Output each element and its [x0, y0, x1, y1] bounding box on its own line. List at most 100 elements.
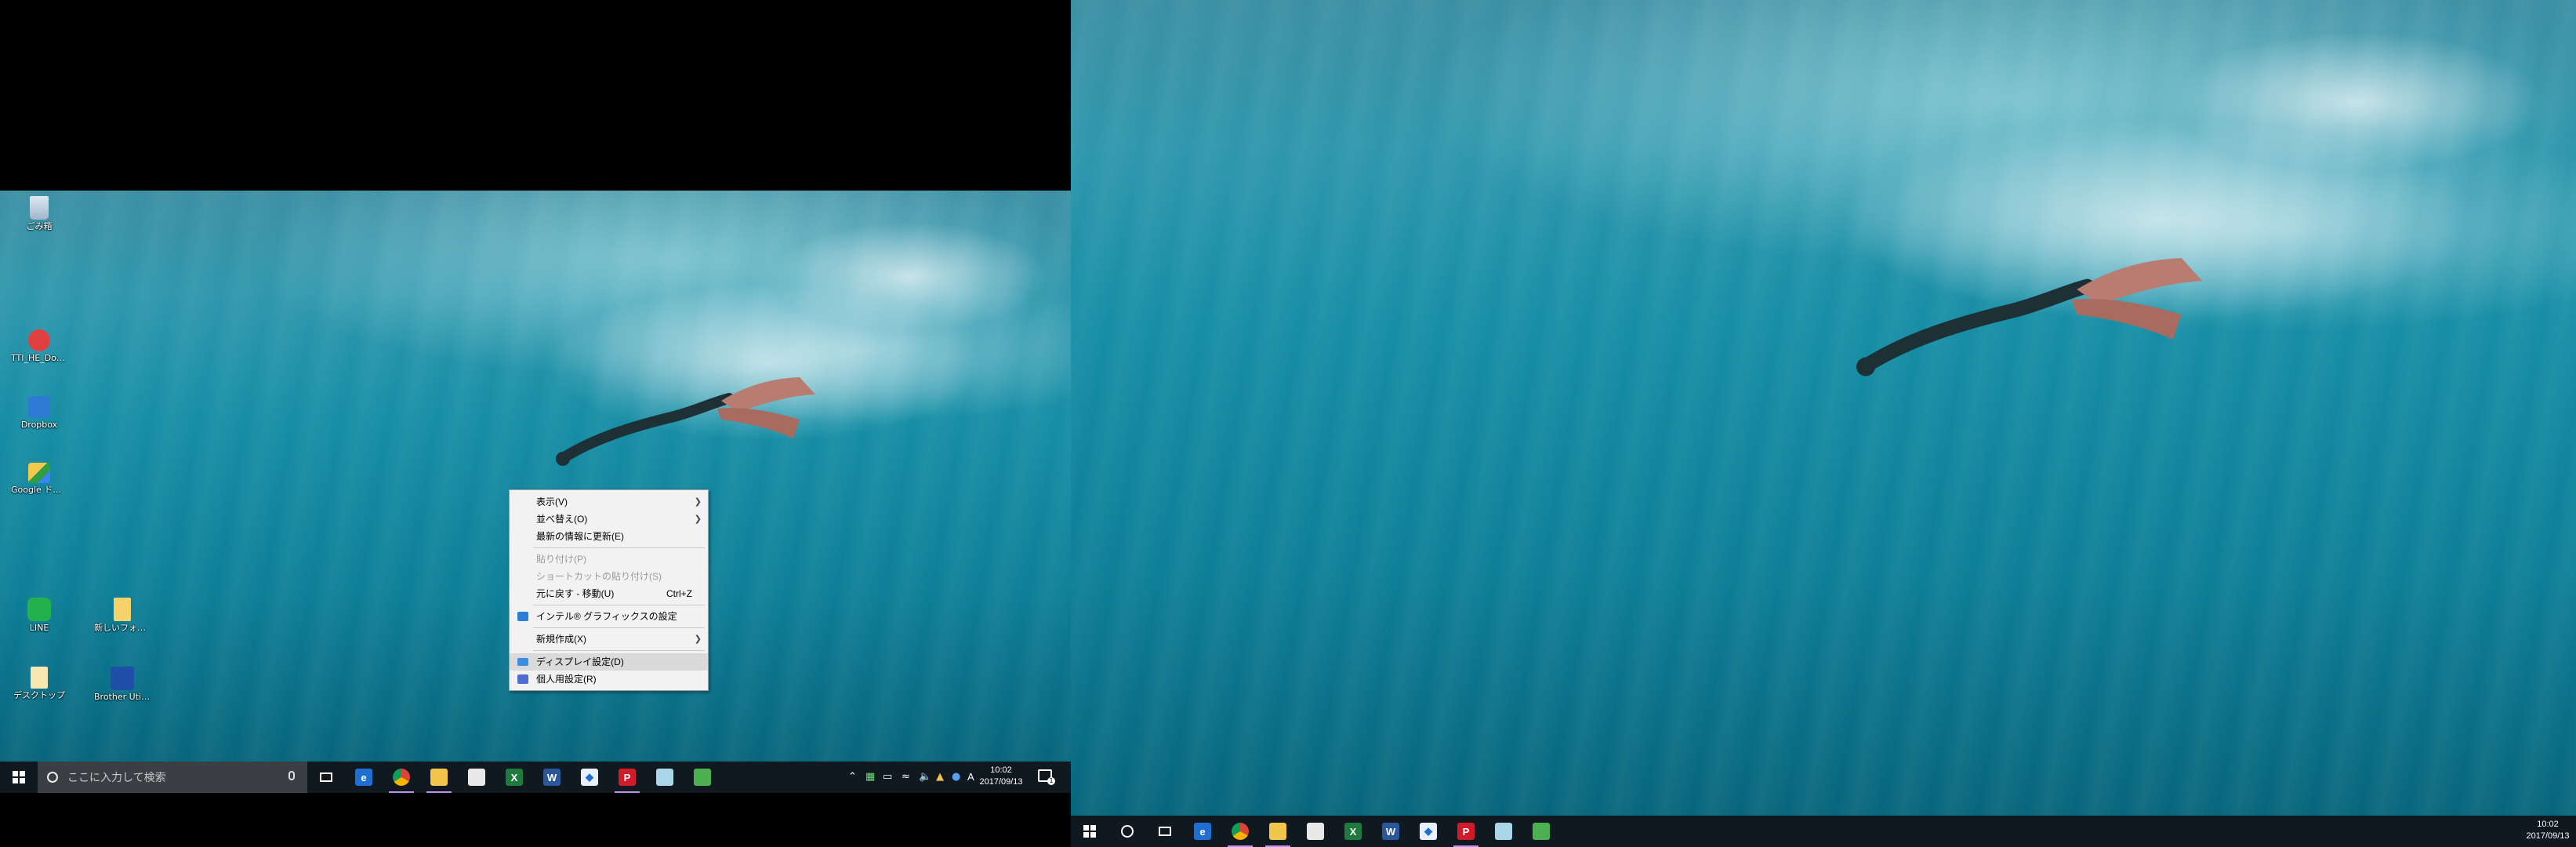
desktop-icon-desktop-file[interactable]: デスクトップ: [11, 667, 67, 700]
taskbar-right: e X W ◆ P 10:02 2017/09/13: [1071, 816, 2576, 847]
ime-indicator[interactable]: A: [967, 771, 974, 783]
wallpaper-diver: [1856, 258, 2203, 376]
menu-item-personalize[interactable]: 個人用設定(R): [510, 671, 708, 688]
desktop-icon-tti-downloader[interactable]: TTI_HE_Downloa...: [11, 329, 67, 363]
desktop-icon-recycle-bin[interactable]: ごみ箱: [11, 196, 67, 231]
dropbox-icon: ◆: [581, 769, 598, 786]
system-clock[interactable]: 10:02 2017/09/13: [2523, 819, 2573, 842]
volume-icon[interactable]: 🔈: [919, 771, 931, 783]
taskbar-app-excel[interactable]: X: [495, 762, 533, 793]
file-icon: [31, 667, 48, 689]
menu-item-shortcut: Ctrl+Z: [666, 588, 692, 599]
taskbar-app-acrobat[interactable]: P: [1447, 816, 1485, 847]
taskbar-app-edge[interactable]: e: [1184, 816, 1221, 847]
taskbar-app-evernote[interactable]: [684, 762, 721, 793]
menu-item-sort-by[interactable]: 並べ替え(O) ❯: [510, 511, 708, 528]
start-button[interactable]: [1071, 816, 1108, 847]
store-icon: [1307, 823, 1324, 840]
desktop-icon-brother-utilities[interactable]: Brother Utilities: [94, 667, 151, 702]
desktop-wallpaper-right[interactable]: [1071, 0, 2576, 816]
cortana-button[interactable]: [1108, 816, 1146, 847]
menu-item-intel-graphics[interactable]: インテル® グラフィックスの設定: [510, 608, 708, 625]
taskbar-app-word[interactable]: W: [1372, 816, 1410, 847]
cortana-icon: [1121, 825, 1134, 838]
windows-logo-icon: [13, 771, 25, 783]
start-button[interactable]: [0, 762, 38, 793]
taskbar-app-chrome[interactable]: [383, 762, 420, 793]
excel-icon: X: [506, 769, 523, 786]
taskbar-app-acrobat[interactable]: P: [608, 762, 646, 793]
task-view-icon: [320, 772, 332, 782]
taskbar-app-store[interactable]: [458, 762, 495, 793]
menu-item-new[interactable]: 新規作成(X) ❯: [510, 631, 708, 648]
wallpaper-diver: [556, 377, 815, 466]
desktop-icon-dropbox[interactable]: Dropbox: [11, 396, 67, 430]
desktop-icon-label: LINE: [29, 623, 49, 633]
taskbar-app-edge[interactable]: e: [345, 762, 383, 793]
menu-item-label: 表示(V): [536, 496, 568, 507]
network-app-icon[interactable]: ▦: [865, 771, 875, 783]
acrobat-icon: P: [619, 769, 636, 786]
menu-item-paste[interactable]: 貼り付け(P): [510, 551, 708, 568]
system-clock[interactable]: 10:02 2017/09/13: [978, 765, 1024, 788]
clock-date: 2017/09/13: [2526, 831, 2570, 841]
submenu-arrow-icon: ❯: [694, 497, 702, 507]
cortana-icon: [47, 772, 58, 783]
acrobat-icon: P: [1457, 823, 1475, 840]
menu-item-paste-shortcut[interactable]: ショートカットの貼り付け(S): [510, 568, 708, 585]
menu-item-label: 新規作成(X): [536, 634, 586, 645]
task-view-button[interactable]: [307, 762, 345, 793]
taskbar-search-box[interactable]: ここに入力して検索: [38, 762, 307, 793]
excel-icon: X: [1344, 823, 1362, 840]
menu-item-refresh[interactable]: 最新の情報に更新(E): [510, 528, 708, 545]
menu-separator: [533, 627, 705, 628]
word-icon: W: [543, 769, 561, 786]
submenu-arrow-icon: ❯: [694, 634, 702, 644]
desktop-icon-label: Brother Utilities: [94, 692, 151, 702]
taskbar-app-dropbox[interactable]: ◆: [1410, 816, 1447, 847]
cloud-sync-icon[interactable]: ●: [952, 771, 960, 783]
menu-item-label: インテル® グラフィックスの設定: [536, 611, 677, 622]
clock-time: 10:02: [990, 765, 1012, 775]
taskbar-app-store[interactable]: [1297, 816, 1334, 847]
line-icon: [27, 598, 51, 621]
taskbar-app-chrome[interactable]: [1221, 816, 1259, 847]
battery-icon[interactable]: ▭: [883, 771, 892, 783]
taskbar-app-excel[interactable]: X: [1334, 816, 1372, 847]
dropbox-icon: [28, 396, 50, 418]
menu-item-display-settings[interactable]: ディスプレイ設定(D): [510, 653, 708, 671]
wallpaper-foam: [768, 222, 1050, 332]
menu-item-label: 元に戻す - 移動(U): [536, 588, 615, 599]
chrome-icon: [1232, 823, 1249, 840]
desktop-icon-google-drive[interactable]: Google ドライブ: [11, 463, 67, 495]
taskbar-app-notepad[interactable]: [1485, 816, 1522, 847]
microphone-icon[interactable]: [288, 771, 295, 780]
menu-item-label: 貼り付け(P): [536, 554, 586, 565]
taskbar-app-word[interactable]: W: [533, 762, 571, 793]
desktop-context-menu: 表示(V) ❯ 並べ替え(O) ❯ 最新の情報に更新(E) 貼り付け(P) ショ…: [509, 489, 709, 691]
clock-time: 10:02: [2537, 820, 2559, 829]
google-drive-icon: [28, 463, 50, 483]
folder-icon: [114, 598, 131, 621]
google-drive-tray-icon[interactable]: ▲: [936, 771, 944, 783]
store-icon: [468, 769, 485, 786]
file-explorer-icon: [1269, 823, 1286, 840]
taskbar-app-file-explorer[interactable]: [1259, 816, 1297, 847]
show-hidden-icons-chevron-icon[interactable]: ⌃: [848, 771, 857, 783]
action-center-button[interactable]: 1: [1038, 769, 1055, 785]
desktop-icon-label: ごみ箱: [26, 221, 53, 231]
desktop-icon-new-folder[interactable]: 新しいフォルダー: [94, 598, 151, 633]
taskbar-app-file-explorer[interactable]: [420, 762, 458, 793]
personalize-icon: [517, 674, 528, 684]
wifi-icon[interactable]: ≈: [902, 771, 910, 783]
chrome-icon: [393, 769, 410, 786]
menu-item-view[interactable]: 表示(V) ❯: [510, 493, 708, 511]
desktop-icon-line[interactable]: LINE: [11, 598, 67, 633]
taskbar-app-notepad[interactable]: [646, 762, 684, 793]
file-explorer-icon: [430, 769, 448, 786]
taskbar-app-evernote[interactable]: [1522, 816, 1560, 847]
evernote-icon: [694, 769, 711, 786]
menu-item-undo-move[interactable]: 元に戻す - 移動(U) Ctrl+Z: [510, 585, 708, 602]
task-view-button[interactable]: [1146, 816, 1184, 847]
taskbar-app-dropbox[interactable]: ◆: [571, 762, 608, 793]
